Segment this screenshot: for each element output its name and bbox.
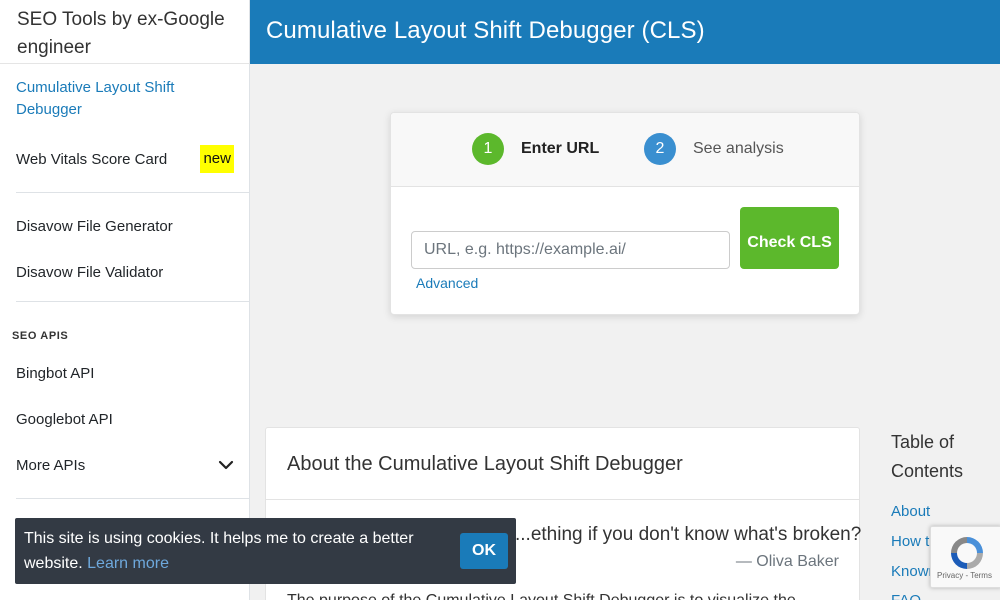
step-number: 2 bbox=[644, 133, 676, 165]
url-input[interactable] bbox=[411, 231, 730, 269]
recaptcha-footer[interactable]: Privacy - Terms bbox=[937, 571, 992, 580]
sidebar: SEO Tools by ex-Google engineer Cumulati… bbox=[0, 0, 250, 600]
recaptcha-badge[interactable]: Privacy - Terms bbox=[930, 526, 1000, 588]
sidebar-item-label: Disavow File Validator bbox=[16, 263, 164, 281]
sidebar-item-label: Cumulative Layout Shift Debugger bbox=[16, 79, 175, 118]
step-label: Enter URL bbox=[521, 140, 600, 157]
divider bbox=[16, 301, 249, 302]
toc-link-faq[interactable]: FAQ bbox=[891, 592, 921, 600]
recaptcha-icon bbox=[951, 537, 983, 569]
quote-text: ...ething if you don't know what's broke… bbox=[515, 524, 862, 545]
toc-title: Table of Contents bbox=[891, 432, 964, 481]
section-title-seo-apis: SEO APIS bbox=[12, 330, 69, 342]
sidebar-item-label: More APIs bbox=[16, 456, 86, 474]
sidebar-item-disavow-generator[interactable]: Disavow File Generator bbox=[0, 203, 249, 249]
sidebar-item-label: Web Vitals Score Card bbox=[16, 150, 168, 168]
sidebar-item-bingbot-api[interactable]: Bingbot API bbox=[0, 350, 249, 396]
toc-link-about[interactable]: About bbox=[891, 503, 930, 520]
step-label: See analysis bbox=[693, 140, 784, 157]
sidebar-item-label: Googlebot API bbox=[16, 410, 113, 428]
advanced-link[interactable]: Advanced bbox=[416, 275, 478, 291]
stepper: 1 Enter URL 2 See analysis bbox=[391, 113, 859, 187]
about-title: About the Cumulative Layout Shift Debugg… bbox=[266, 428, 859, 500]
step-number: 1 bbox=[472, 133, 504, 165]
sidebar-item-googlebot-api[interactable]: Googlebot API bbox=[0, 396, 249, 442]
step-enter-url: 1 Enter URL bbox=[472, 133, 599, 165]
cookie-banner: This site is using cookies. It helps me … bbox=[15, 518, 516, 584]
about-body-text: The purpose of the Cumulative Layout Shi… bbox=[287, 592, 796, 600]
brand-title[interactable]: SEO Tools by ex-Google engineer bbox=[0, 0, 249, 64]
new-badge: new bbox=[200, 145, 234, 173]
check-cls-button[interactable]: Check CLS bbox=[740, 207, 839, 269]
cookie-message: This site is using cookies. It helps me … bbox=[24, 526, 444, 576]
sidebar-item-cls-debugger[interactable]: Cumulative Layout Shift Debugger bbox=[0, 64, 249, 126]
sidebar-item-label: Disavow File Generator bbox=[16, 217, 173, 235]
quote-author: — Oliva Baker bbox=[735, 553, 839, 570]
sidebar-item-more-apis[interactable]: More APIs bbox=[0, 442, 249, 488]
cookie-ok-button[interactable]: OK bbox=[460, 533, 508, 569]
page-title: Cumulative Layout Shift Debugger (CLS) bbox=[266, 17, 705, 44]
cookie-text: This site is using cookies. It helps me … bbox=[24, 530, 414, 572]
sidebar-item-disavow-validator[interactable]: Disavow File Validator bbox=[0, 249, 249, 295]
cls-check-card: 1 Enter URL 2 See analysis Advanced Chec… bbox=[390, 112, 860, 315]
sidebar-item-web-vitals[interactable]: Web Vitals Score Card new bbox=[0, 136, 249, 182]
top-header: Cumulative Layout Shift Debugger (CLS) bbox=[250, 0, 1000, 64]
chevron-down-icon[interactable] bbox=[218, 457, 234, 473]
sidebar-item-label: Bingbot API bbox=[16, 364, 95, 382]
divider bbox=[16, 498, 249, 499]
divider bbox=[16, 192, 249, 193]
step-see-analysis: 2 See analysis bbox=[644, 133, 784, 165]
learn-more-link[interactable]: Learn more bbox=[87, 555, 169, 572]
